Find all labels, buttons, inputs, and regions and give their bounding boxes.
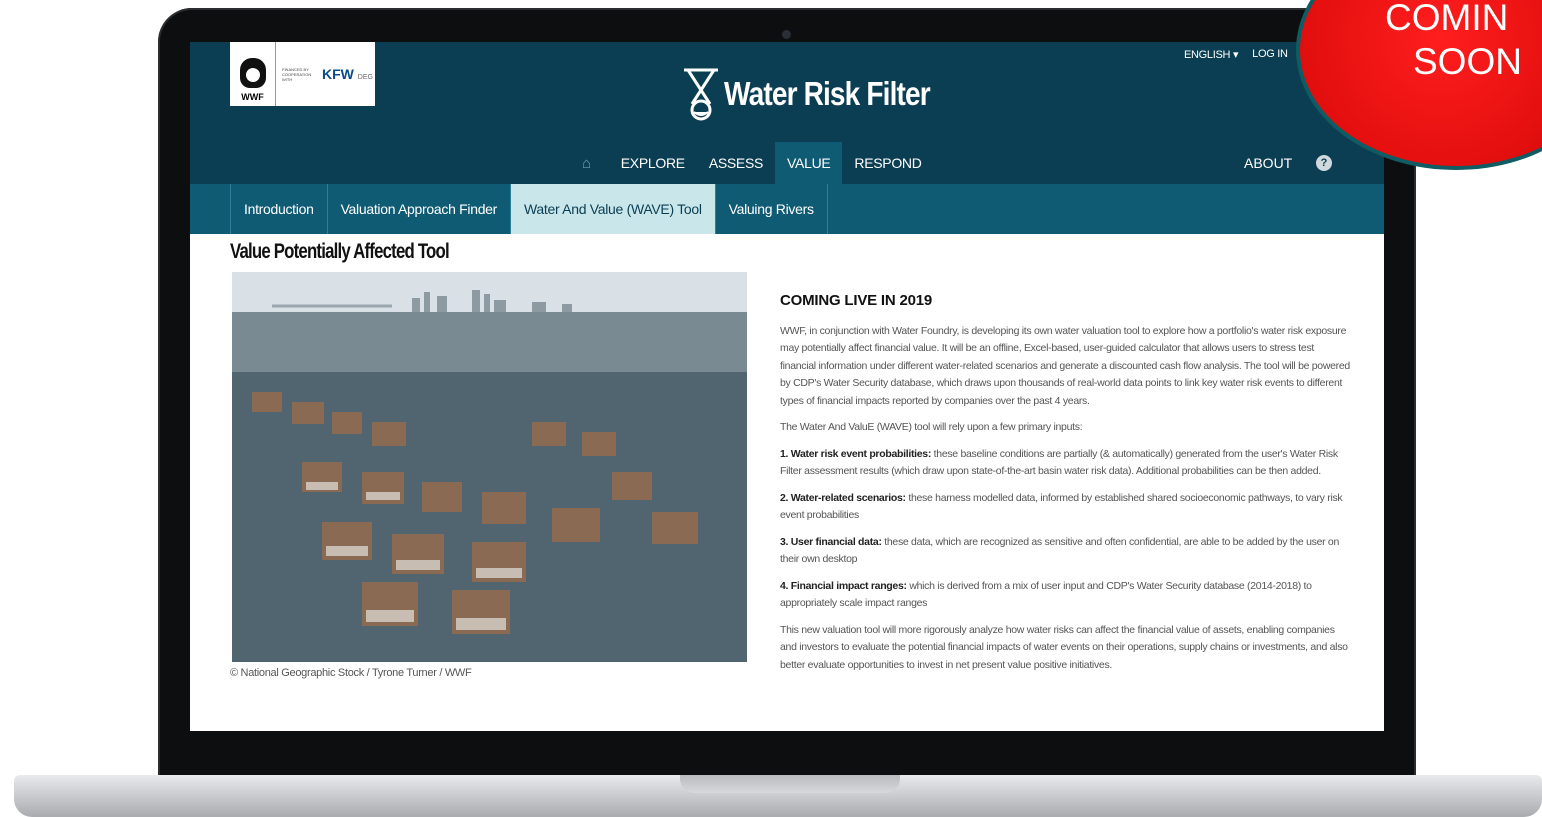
home-icon[interactable]: ⌂ (570, 142, 609, 184)
language-select[interactable]: ENGLISH ▾ (1184, 48, 1238, 61)
nav-assess[interactable]: ASSESS (697, 142, 775, 184)
tab-valuation-approach-finder[interactable]: Valuation Approach Finder (326, 184, 510, 234)
article: COMING LIVE IN 2019 WWF, in conjunction … (780, 292, 1350, 683)
input-item: 4. Financial impact ranges: which is der… (780, 579, 1312, 610)
tab-introduction[interactable]: Introduction (230, 184, 327, 234)
help-icon[interactable]: ? (1316, 155, 1332, 171)
page-title: Value Potentially Affected Tool (230, 240, 450, 263)
kfw-logo: KFW DEG (322, 66, 373, 82)
top-links: ENGLISH ▾ LOG IN (1184, 48, 1288, 61)
laptop-notch (680, 775, 900, 793)
input-item: 1. Water risk event probabilities: these… (780, 447, 1338, 478)
panda-icon (239, 58, 266, 88)
article-lead: The Water And ValuE (WAVE) tool will rel… (780, 421, 1083, 433)
kfw-fine-print: FINANCED BY COOPERATION WITH (282, 66, 312, 82)
nav-about[interactable]: ABOUT (1244, 142, 1292, 184)
article-heading: COMING LIVE IN 2019 (780, 292, 933, 309)
main-nav: ⌂ EXPLORE ASSESS VALUE RESPOND (570, 142, 934, 184)
photo-caption: © National Geographic Stock / Tyrone Tur… (230, 667, 472, 679)
login-link[interactable]: LOG IN (1252, 48, 1288, 61)
flood-photo (232, 272, 747, 662)
input-item: 2. Water-related scenarios: these harnes… (780, 491, 1343, 522)
article-intro: WWF, in conjunction with Water Foundry, … (780, 324, 1350, 407)
nav-value[interactable]: VALUE (775, 142, 843, 184)
nav-respond[interactable]: RESPOND (842, 142, 933, 184)
sub-nav: Introduction Valuation Approach Finder W… (190, 184, 1384, 234)
coming-soon-text: COMIN SOON (1385, 0, 1522, 82)
tab-valuing-rivers[interactable]: Valuing Rivers (714, 184, 828, 234)
tab-wave-tool[interactable]: Water And Value (WAVE) Tool (510, 184, 715, 234)
article-closing: This new valuation tool will more rigoro… (780, 623, 1348, 671)
water-drop-logo-icon (684, 68, 718, 121)
site-header: WWF FINANCED BY COOPERATION WITH KFW DEG… (190, 42, 1384, 234)
input-item: 3. User financial data: these data, whic… (780, 535, 1339, 566)
flood-photo-illustration (232, 272, 747, 662)
screen: WWF FINANCED BY COOPERATION WITH KFW DEG… (190, 42, 1384, 731)
site-brand[interactable]: Water Risk Filter (680, 64, 966, 124)
brand-title: Water Risk Filter (724, 75, 931, 112)
camera-icon (782, 30, 791, 39)
wwf-logo: WWF (230, 42, 276, 106)
nav-explore[interactable]: EXPLORE (609, 142, 697, 184)
partner-logos[interactable]: WWF FINANCED BY COOPERATION WITH KFW DEG (230, 42, 375, 106)
